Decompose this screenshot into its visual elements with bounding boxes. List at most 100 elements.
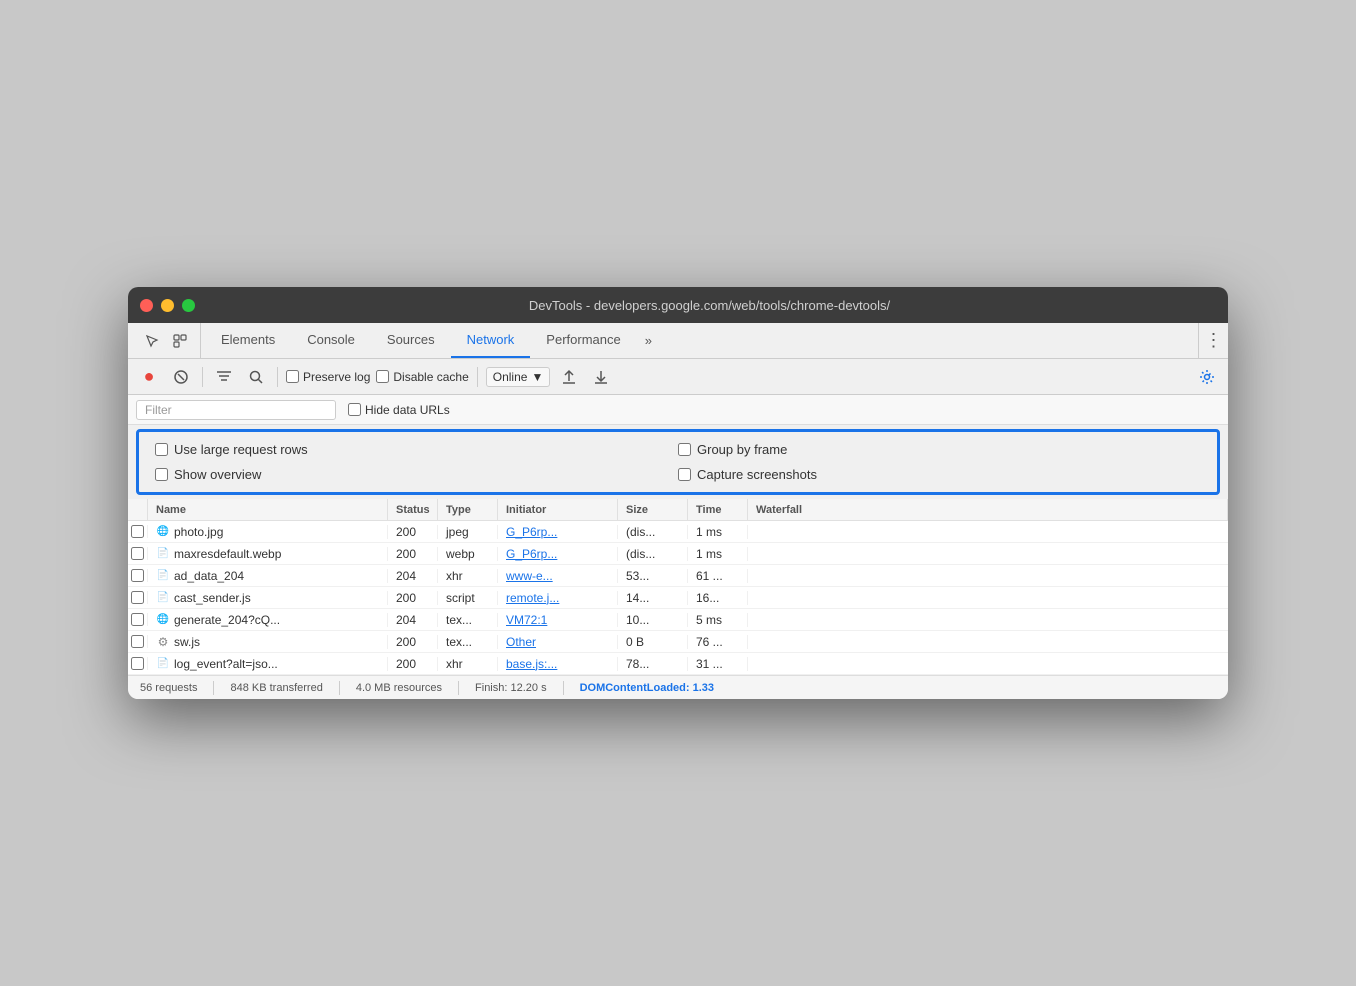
hide-data-urls-checkbox[interactable]: Hide data URLs: [348, 403, 450, 417]
row-name: ⚙ sw.js: [148, 635, 388, 649]
search-icon[interactable]: [243, 364, 269, 390]
maximize-button[interactable]: [182, 299, 195, 312]
th-checkbox: [128, 499, 148, 520]
row-initiator: G_P6rp...: [498, 525, 618, 539]
th-waterfall[interactable]: Waterfall: [748, 499, 1228, 520]
row-initiator: remote.j...: [498, 591, 618, 605]
row-type: webp: [438, 547, 498, 561]
table-row[interactable]: 🌐 photo.jpg 200 jpeg G_P6rp... (dis... 1…: [128, 521, 1228, 543]
minimize-button[interactable]: [161, 299, 174, 312]
row-type: script: [438, 591, 498, 605]
row-size: (dis...: [618, 525, 688, 539]
window-title: DevTools - developers.google.com/web/too…: [203, 298, 1216, 313]
tab-sources[interactable]: Sources: [371, 323, 451, 358]
show-overview-checkbox[interactable]: Show overview: [155, 467, 678, 482]
tab-console[interactable]: Console: [291, 323, 371, 358]
dom-content-loaded: DOMContentLoaded: 1.33: [580, 682, 714, 694]
devtools-menu-button[interactable]: ⋮: [1198, 323, 1228, 358]
row-size: 10...: [618, 613, 688, 627]
row-checkbox[interactable]: [128, 569, 148, 582]
row-status: 200: [388, 547, 438, 561]
row-status: 204: [388, 569, 438, 583]
gear-file-icon: ⚙: [156, 635, 170, 649]
disable-cache-checkbox[interactable]: Disable cache: [376, 370, 468, 384]
row-size: 0 B: [618, 635, 688, 649]
row-initiator: VM72:1: [498, 613, 618, 627]
cursor-icon[interactable]: [140, 329, 164, 353]
table-body: 🌐 photo.jpg 200 jpeg G_P6rp... (dis... 1…: [128, 521, 1228, 675]
options-panel: Use large request rows Show overview Gro…: [136, 429, 1220, 495]
row-checkbox[interactable]: [128, 591, 148, 604]
row-checkbox[interactable]: [128, 613, 148, 626]
table-header: Name Status Type Initiator Size Time Wat…: [128, 499, 1228, 521]
doc-file-icon: 📄: [156, 657, 170, 671]
throttle-select[interactable]: Online ▼: [486, 367, 551, 387]
th-type[interactable]: Type: [438, 499, 498, 520]
tab-more[interactable]: »: [637, 323, 660, 358]
row-time: 31 ...: [688, 657, 748, 671]
row-time: 61 ...: [688, 569, 748, 583]
row-name: 📄 cast_sender.js: [148, 591, 388, 605]
network-toolbar: ● Preserve log: [128, 359, 1228, 395]
row-time: 16...: [688, 591, 748, 605]
row-type: xhr: [438, 657, 498, 671]
large-request-rows-checkbox[interactable]: Use large request rows: [155, 442, 678, 457]
row-status: 200: [388, 635, 438, 649]
preserve-log-checkbox[interactable]: Preserve log: [286, 370, 370, 384]
row-size: 14...: [618, 591, 688, 605]
titlebar: DevTools - developers.google.com/web/too…: [128, 287, 1228, 323]
clear-button[interactable]: [168, 364, 194, 390]
tab-elements[interactable]: Elements: [205, 323, 291, 358]
row-type: jpeg: [438, 525, 498, 539]
filter-input[interactable]: [136, 400, 336, 420]
requests-count: 56 requests: [140, 682, 197, 694]
record-button[interactable]: ●: [136, 364, 162, 390]
table-row[interactable]: ⚙ sw.js 200 tex... Other 0 B 76 ...: [128, 631, 1228, 653]
row-type: tex...: [438, 613, 498, 627]
settings-icon[interactable]: [1194, 364, 1220, 390]
table-row[interactable]: 📄 maxresdefault.webp 200 webp G_P6rp... …: [128, 543, 1228, 565]
doc-file-icon: 📄: [156, 569, 170, 583]
doc-file-icon: 📄: [156, 547, 170, 561]
row-initiator: www-e...: [498, 569, 618, 583]
row-status: 200: [388, 591, 438, 605]
capture-screenshots-checkbox[interactable]: Capture screenshots: [678, 467, 1201, 482]
row-initiator: Other: [498, 635, 618, 649]
th-size[interactable]: Size: [618, 499, 688, 520]
row-name: 📄 ad_data_204: [148, 569, 388, 583]
table-row[interactable]: 📄 log_event?alt=jso... 200 xhr base.js:.…: [128, 653, 1228, 675]
group-by-frame-checkbox[interactable]: Group by frame: [678, 442, 1201, 457]
transferred-size: 848 KB transferred: [230, 682, 322, 694]
filter-bar: Hide data URLs: [128, 395, 1228, 425]
row-type: tex...: [438, 635, 498, 649]
row-checkbox[interactable]: [128, 525, 148, 538]
table-row[interactable]: 📄 ad_data_204 204 xhr www-e... 53... 61 …: [128, 565, 1228, 587]
chevron-down-icon: ▼: [531, 370, 543, 384]
inspect-icon[interactable]: [168, 329, 192, 353]
row-size: (dis...: [618, 547, 688, 561]
tab-performance[interactable]: Performance: [530, 323, 636, 358]
filter-icon[interactable]: [211, 364, 237, 390]
tab-network[interactable]: Network: [451, 323, 531, 358]
row-name: 📄 log_event?alt=jso...: [148, 657, 388, 671]
status-bar: 56 requests 848 KB transferred 4.0 MB re…: [128, 675, 1228, 699]
row-size: 53...: [618, 569, 688, 583]
th-time[interactable]: Time: [688, 499, 748, 520]
th-initiator[interactable]: Initiator: [498, 499, 618, 520]
upload-icon[interactable]: [556, 364, 582, 390]
row-checkbox[interactable]: [128, 657, 148, 670]
table-row[interactable]: 📄 cast_sender.js 200 script remote.j... …: [128, 587, 1228, 609]
row-time: 76 ...: [688, 635, 748, 649]
th-status[interactable]: Status: [388, 499, 438, 520]
finish-time: Finish: 12.20 s: [475, 682, 547, 694]
row-status: 200: [388, 657, 438, 671]
resources-size: 4.0 MB resources: [356, 682, 442, 694]
table-row[interactable]: 🌐 generate_204?cQ... 204 tex... VM72:1 1…: [128, 609, 1228, 631]
row-checkbox[interactable]: [128, 635, 148, 648]
download-icon[interactable]: [588, 364, 614, 390]
image-file-icon: 🌐: [156, 525, 170, 539]
th-name[interactable]: Name: [148, 499, 388, 520]
row-checkbox[interactable]: [128, 547, 148, 560]
row-initiator: base.js:...: [498, 657, 618, 671]
close-button[interactable]: [140, 299, 153, 312]
